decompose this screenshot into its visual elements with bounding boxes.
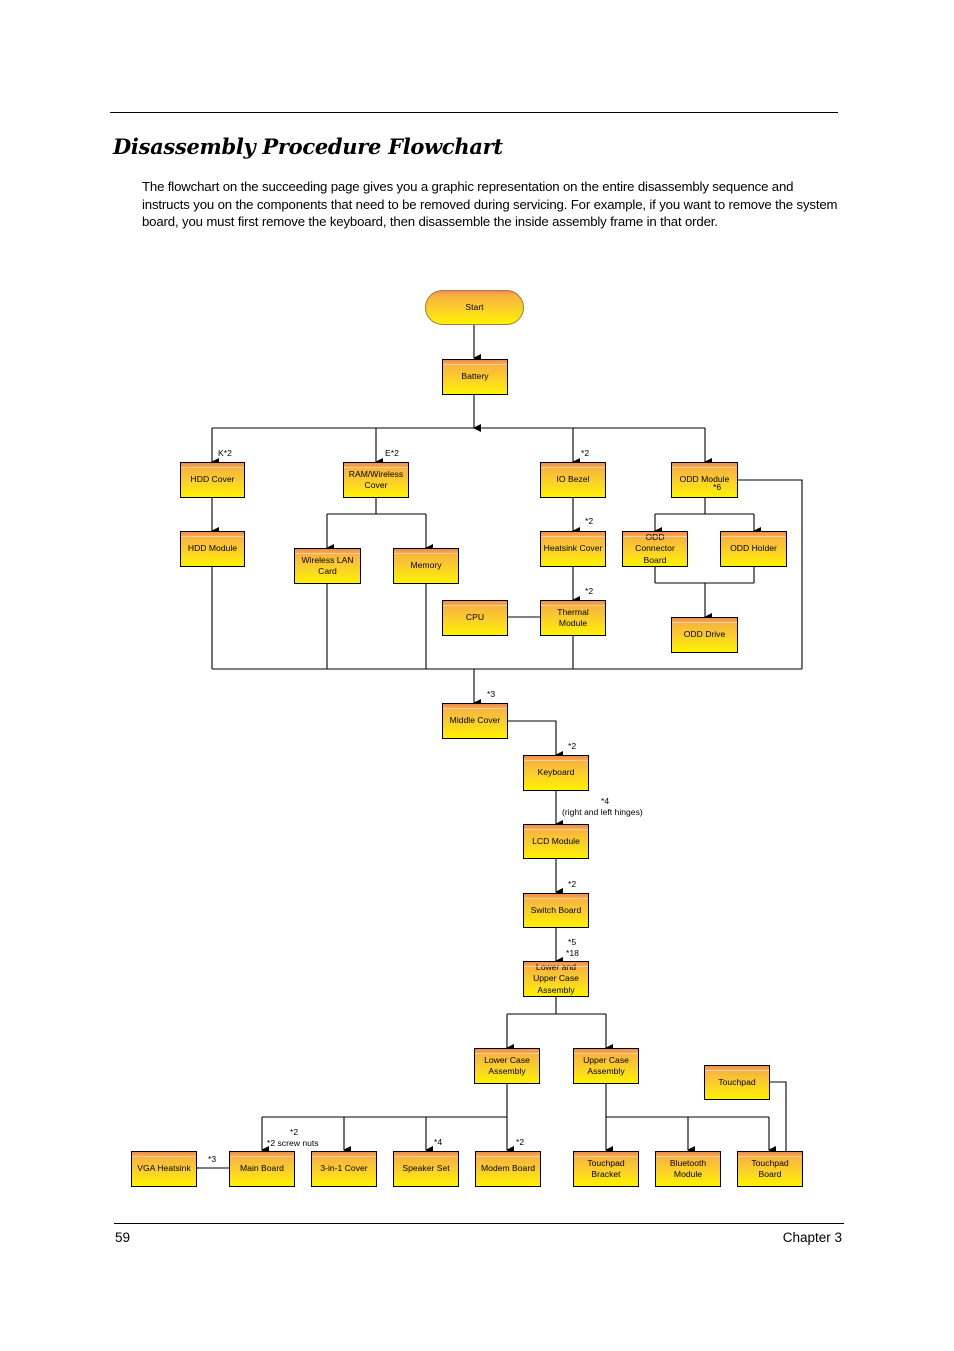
note-hdd-cover: K*2 xyxy=(218,448,232,458)
node-middle-cover: Middle Cover xyxy=(442,703,508,739)
note-case-2: *18 xyxy=(566,948,579,958)
node-bluetooth-module: Bluetooth Module xyxy=(655,1151,721,1187)
node-hdd-module: HDD Module xyxy=(180,531,245,567)
node-vga-heatsink: VGA Heatsink xyxy=(131,1151,197,1187)
node-touchpad: Touchpad xyxy=(704,1065,770,1100)
node-keyboard: Keyboard xyxy=(523,755,589,791)
note-io-bezel: *2 xyxy=(581,448,590,458)
node-3in1-cover: 3-in-1 Cover xyxy=(311,1151,377,1187)
note-main-board-2: *2 screw nuts xyxy=(267,1138,319,1148)
note-vga-heatsink: *3 xyxy=(208,1154,217,1164)
node-speaker-set: Speaker Set xyxy=(393,1151,459,1187)
flowchart-connectors xyxy=(191,324,803,1172)
note-keyboard: *2 xyxy=(568,741,577,751)
node-upper-case: Upper Case Assembly xyxy=(573,1048,639,1084)
node-lcd-module: LCD Module xyxy=(523,824,589,859)
node-modem-board: Modem Board xyxy=(475,1151,541,1187)
node-thermal-module: Thermal Module xyxy=(540,600,606,636)
node-hdd-cover: HDD Cover xyxy=(180,462,245,498)
node-odd-holder: ODD Holder xyxy=(720,531,787,567)
note-heatsink-cover: *2 xyxy=(585,516,594,526)
node-odd-connector-board: ODD Connector Board xyxy=(622,531,688,567)
note-thermal-module: *2 xyxy=(585,586,594,596)
page-number: 59 xyxy=(115,1230,131,1245)
edge-odd-module-side xyxy=(737,479,803,669)
node-wireless-lan-card: Wireless LAN Card xyxy=(294,548,361,584)
note-case-1: *5 xyxy=(568,937,577,947)
node-switch-board: Switch Board xyxy=(523,893,589,928)
node-main-board: Main Board xyxy=(229,1151,295,1187)
node-heatsink-cover: Heatsink Cover xyxy=(540,531,606,567)
node-odd-module: ODD Module xyxy=(671,462,738,498)
note-lcd-module-hinges: (right and left hinges) xyxy=(562,807,643,817)
note-middle-cover: *3 xyxy=(487,689,496,699)
note-ram-cover: E*2 xyxy=(385,448,399,458)
note-modem-board: *2 xyxy=(516,1137,525,1147)
note-lcd-module-count: *4 xyxy=(601,796,610,806)
note-speaker-set: *4 xyxy=(434,1137,443,1147)
node-lower-case: Lower Case Assembly xyxy=(474,1048,540,1084)
node-start: Start xyxy=(425,290,524,325)
note-switch-board: *2 xyxy=(568,879,577,889)
edge-touchpad-board xyxy=(769,1081,787,1151)
node-odd-drive: ODD Drive xyxy=(671,617,738,653)
note-main-board-1: *2 xyxy=(290,1127,299,1137)
chapter-label: Chapter 3 xyxy=(782,1230,842,1245)
node-cpu: CPU xyxy=(442,600,508,636)
edge-middle-keyboard xyxy=(507,720,563,759)
node-lower-upper-case: Lower and Upper Case Assembly xyxy=(523,961,589,997)
node-touchpad-bracket: Touchpad Bracket xyxy=(573,1151,639,1187)
note-odd-module: *6 xyxy=(713,482,722,492)
node-battery: Battery xyxy=(442,359,508,395)
footer-rule xyxy=(114,1223,844,1224)
node-ram-wireless-cover: RAM/Wireless Cover xyxy=(343,462,409,498)
node-memory: Memory xyxy=(393,548,459,584)
node-io-bezel: IO Bezel xyxy=(540,462,606,498)
node-touchpad-board: Touchpad Board xyxy=(737,1151,803,1187)
